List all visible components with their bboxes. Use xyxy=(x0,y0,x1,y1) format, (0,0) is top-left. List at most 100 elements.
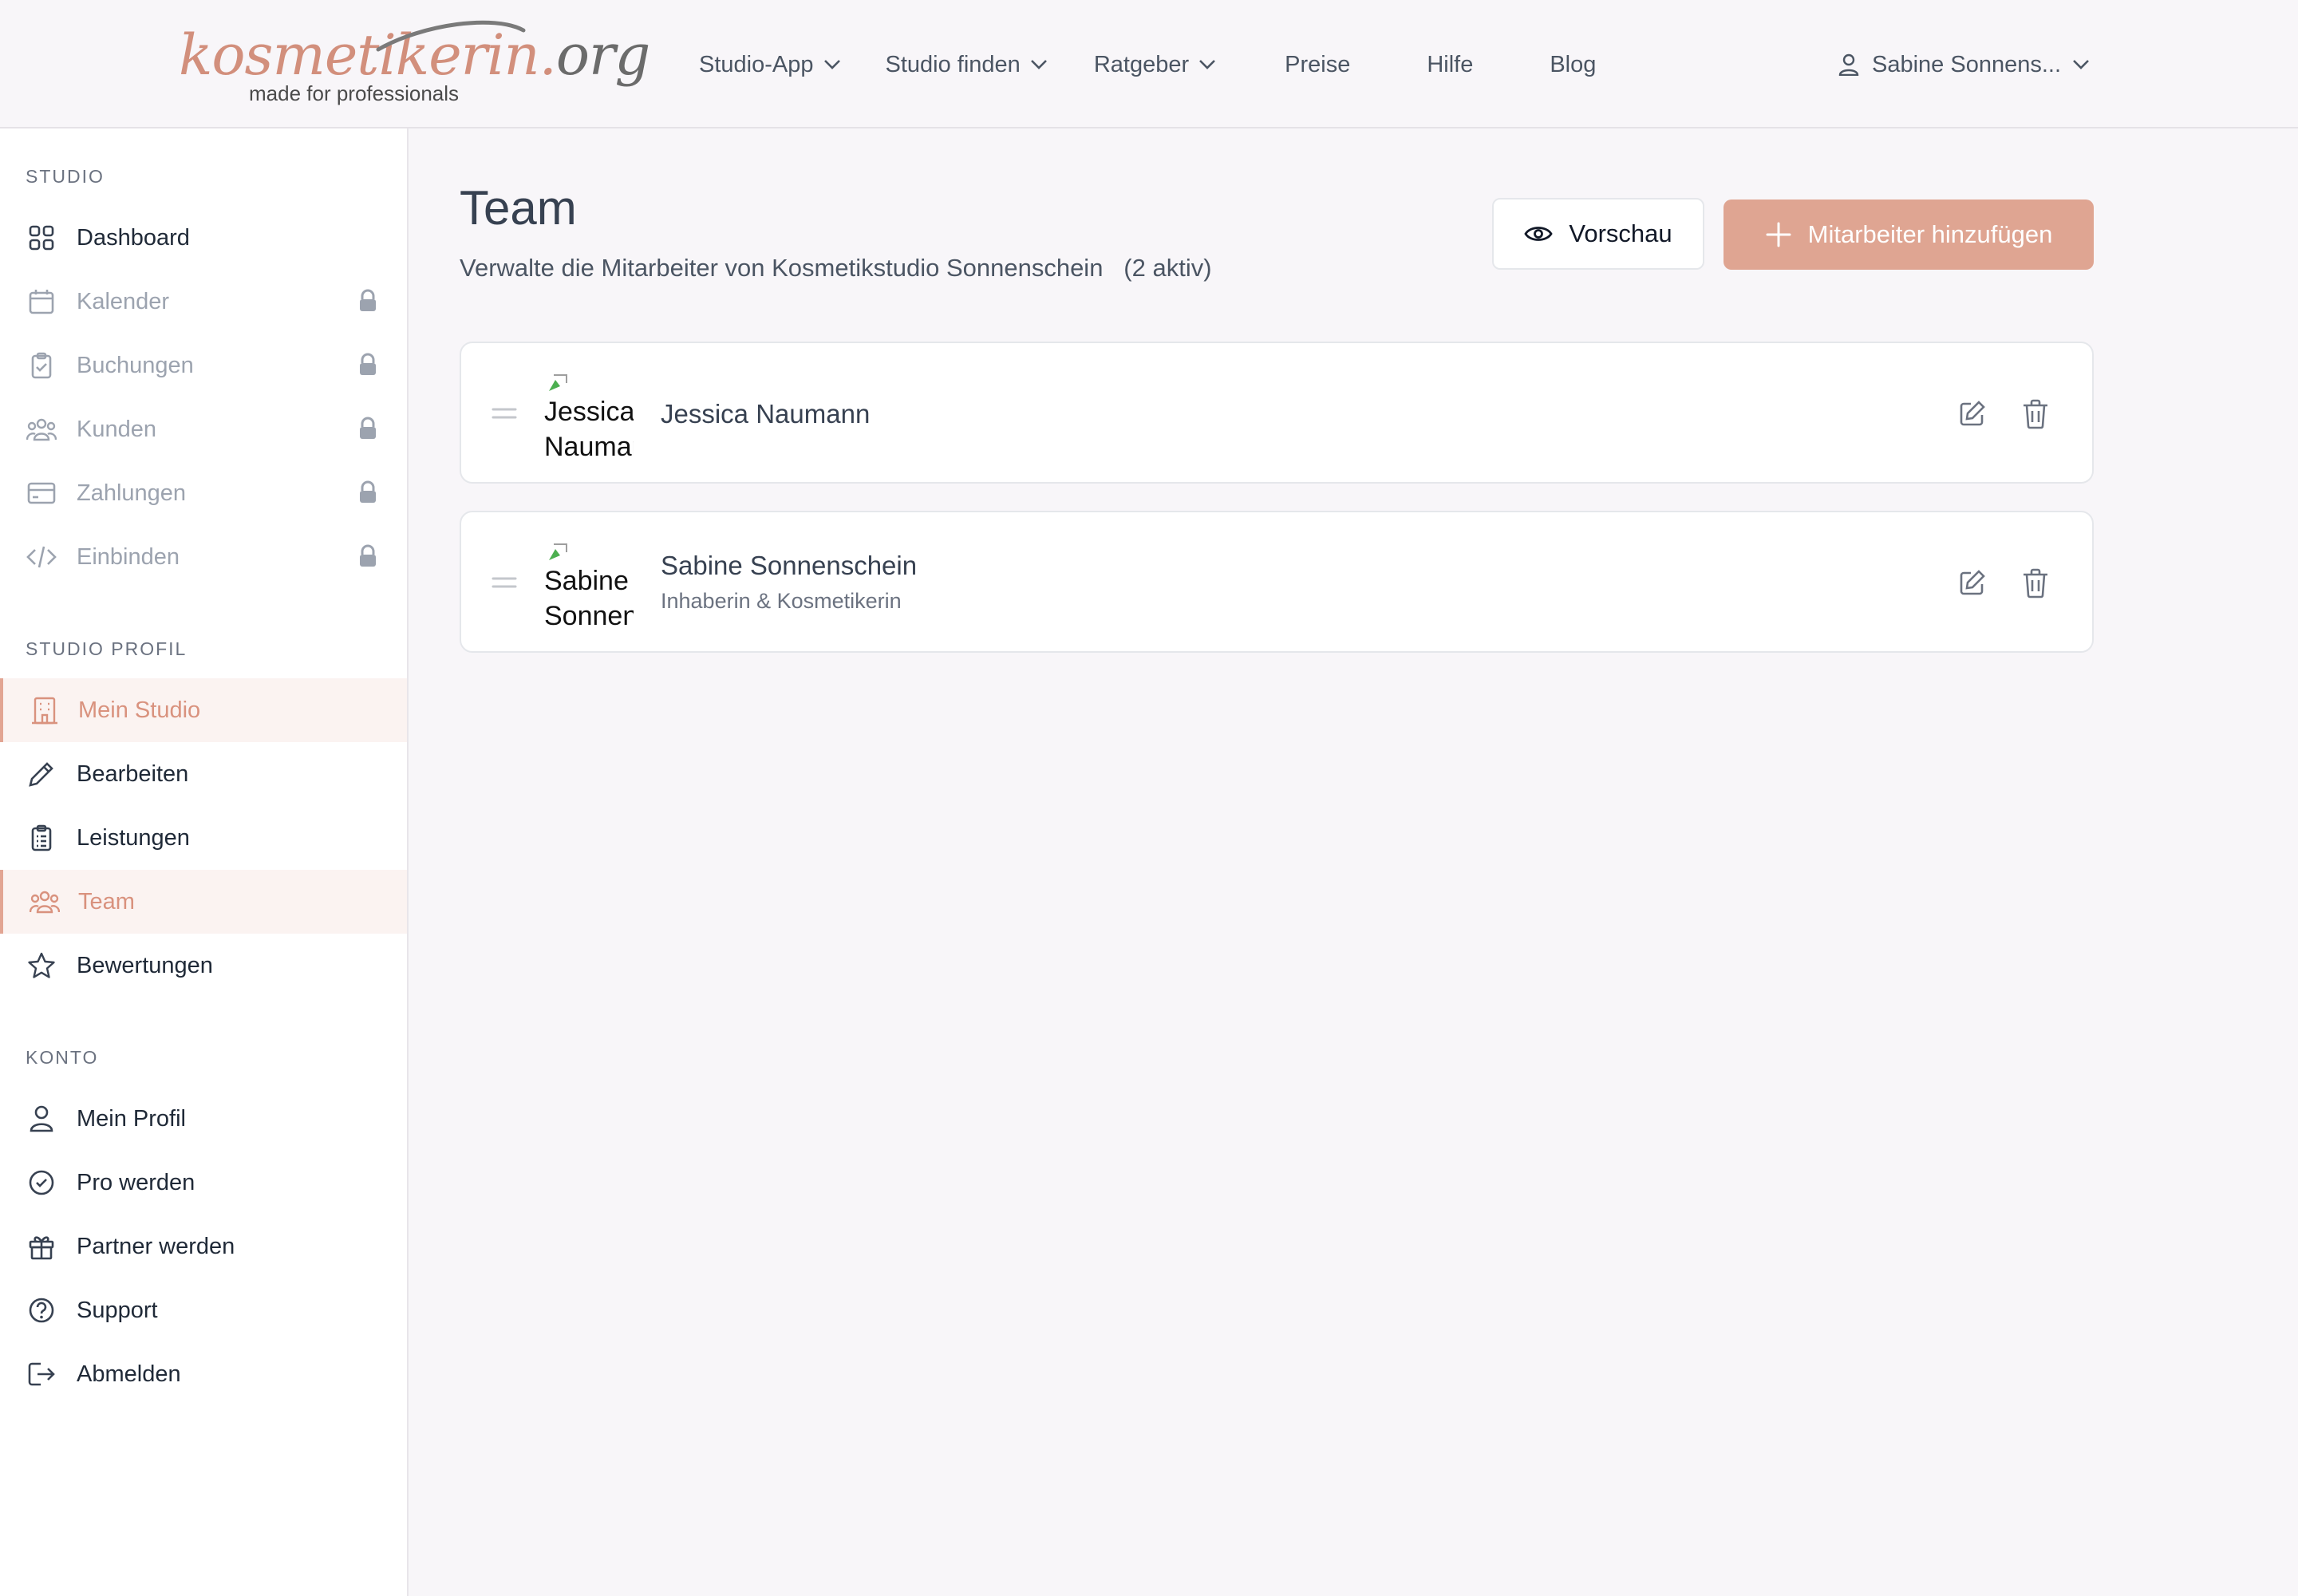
sidebar-item-mein-profil[interactable]: Mein Profil xyxy=(0,1087,407,1151)
sidebar-item-mein-studio[interactable]: Mein Studio xyxy=(0,678,407,742)
sidebar-item-einbinden[interactable]: Einbinden xyxy=(0,525,407,589)
sidebar-item-label: Zahlungen xyxy=(77,480,187,506)
avatar-alt-text: Jessica Naumann xyxy=(544,397,634,456)
sidebar-item-bearbeiten[interactable]: Bearbeiten xyxy=(0,742,407,806)
nav-hilfe[interactable]: Hilfe xyxy=(1427,45,1473,85)
sidebar-item-abmelden[interactable]: Abmelden xyxy=(0,1342,407,1406)
avatar: Jessica Naumann xyxy=(544,372,634,456)
active-count: (2 aktiv) xyxy=(1123,254,1212,282)
lock-icon xyxy=(360,480,376,503)
add-employee-button[interactable]: Mitarbeiter hinzufügen xyxy=(1724,200,2094,270)
brand-logo[interactable]: kosmetikerin.org made for professionals xyxy=(176,18,650,113)
credit-card-icon xyxy=(26,477,57,509)
avatar: Sabine Sonnenschein xyxy=(544,541,634,626)
chevron-down-icon xyxy=(1199,60,1216,69)
sidebar-item-label: Bearbeiten xyxy=(77,760,189,787)
sidebar-item-pro-werden[interactable]: Pro werden xyxy=(0,1151,407,1215)
lock-icon xyxy=(360,353,376,375)
preview-label: Vorschau xyxy=(1569,219,1672,247)
lock-icon xyxy=(360,417,376,439)
user-menu[interactable]: Sabine Sonnens... xyxy=(1838,45,2090,85)
sidebar-item-bewertungen[interactable]: Bewertungen xyxy=(0,934,407,998)
users-icon xyxy=(26,413,57,445)
pencil-icon xyxy=(26,758,57,790)
calendar-icon xyxy=(26,286,57,318)
sidebar-item-team[interactable]: Team xyxy=(0,870,407,934)
sidebar-item-label: Team xyxy=(78,888,135,915)
nav-studio-app[interactable]: Studio-App xyxy=(699,45,841,85)
nav-ratgeber[interactable]: Ratgeber xyxy=(1094,45,1216,85)
page-subtitle: Verwalte die Mitarbeiter von Kosmetikstu… xyxy=(460,254,1212,282)
nav-studio-finden[interactable]: Studio finden xyxy=(886,45,1048,85)
chevron-down-icon xyxy=(2073,60,2089,69)
sidebar-item-label: Einbinden xyxy=(77,543,180,570)
sidebar-item-label: Mein Profil xyxy=(77,1105,186,1132)
sidebar-item-support[interactable]: Support xyxy=(0,1278,407,1342)
sidebar-item-buchungen[interactable]: Buchungen xyxy=(0,334,407,397)
page-title: Team xyxy=(460,181,577,235)
member-role: Inhaberin & Kosmetikerin xyxy=(661,589,902,613)
preview-button[interactable]: Vorschau xyxy=(1492,198,1704,270)
code-icon xyxy=(26,541,57,573)
user-name: Sabine Sonnens... xyxy=(1872,51,2062,77)
chevron-down-icon xyxy=(823,60,840,69)
logo-tagline: made for professionals xyxy=(249,81,460,105)
building-icon xyxy=(29,694,61,726)
nav-blog[interactable]: Blog xyxy=(1550,45,1596,85)
subtitle-text: Verwalte die Mitarbeiter von Kosmetikstu… xyxy=(460,254,1104,282)
badge-check-icon xyxy=(26,1167,57,1199)
nav-label: Studio finden xyxy=(885,51,1021,77)
trash-icon[interactable] xyxy=(2022,399,2049,429)
edit-icon[interactable] xyxy=(1958,399,1987,428)
avatar-alt-text: Sabine Sonnenschein xyxy=(544,566,634,626)
sidebar-item-partner-werden[interactable]: Partner werden xyxy=(0,1215,407,1278)
sidebar-item-dashboard[interactable]: Dashboard xyxy=(0,206,407,270)
logo-swoosh-icon xyxy=(376,20,526,52)
nav-preise[interactable]: Preise xyxy=(1285,45,1350,85)
section-title-studio: STUDIO xyxy=(26,166,105,187)
eye-icon xyxy=(1524,227,1553,241)
clipboard-list-icon xyxy=(26,822,57,854)
sidebar-item-label: Buchungen xyxy=(77,352,194,378)
sidebar-item-label: Support xyxy=(77,1297,158,1323)
sidebar-item-label: Partner werden xyxy=(77,1233,235,1259)
sidebar-item-label: Kalender xyxy=(77,288,170,314)
team-member-card: Sabine Sonnenschein Sabine Sonnenschein … xyxy=(460,511,2094,653)
nav-label: Studio-App xyxy=(699,51,814,77)
sidebar-item-label: Bewertungen xyxy=(77,952,213,978)
section-title-studio-profil: STUDIO PROFIL xyxy=(26,638,188,659)
section-title-konto: KONTO xyxy=(26,1047,99,1068)
plus-icon xyxy=(1766,222,1791,247)
drag-handle-icon[interactable] xyxy=(492,405,517,421)
user-icon xyxy=(1838,53,1859,76)
member-name: Sabine Sonnenschein xyxy=(661,551,918,580)
broken-image-icon xyxy=(549,374,567,391)
top-header: kosmetikerin.org made for professionals … xyxy=(0,0,2298,128)
nav-label: Preise xyxy=(1285,51,1351,77)
star-icon xyxy=(26,950,57,982)
edit-icon[interactable] xyxy=(1958,568,1987,597)
drag-handle-icon[interactable] xyxy=(492,575,517,591)
question-circle-icon xyxy=(26,1294,57,1326)
sidebar-item-leistungen[interactable]: Leistungen xyxy=(0,806,407,870)
sidebar-item-kunden[interactable]: Kunden xyxy=(0,397,407,461)
sidebar-item-label: Leistungen xyxy=(77,824,190,851)
nav-label: Ratgeber xyxy=(1093,51,1190,77)
user-icon xyxy=(26,1103,57,1135)
nav-label: Hilfe xyxy=(1427,51,1474,77)
chevron-down-icon xyxy=(1030,60,1047,69)
sidebar-item-label: Pro werden xyxy=(77,1169,195,1195)
nav-label: Blog xyxy=(1550,51,1597,77)
sidebar-item-label: Abmelden xyxy=(77,1361,181,1387)
gift-icon xyxy=(26,1231,57,1262)
sidebar-item-zahlungen[interactable]: Zahlungen xyxy=(0,461,407,525)
grid-icon xyxy=(26,222,57,254)
lock-icon xyxy=(360,544,376,567)
sidebar: STUDIO Dashboard Kalender Buchungen Kund… xyxy=(0,128,409,1596)
users-icon xyxy=(29,886,61,918)
trash-icon[interactable] xyxy=(2022,568,2049,598)
team-member-card: Jessica Naumann Jessica Naumann xyxy=(460,342,2094,484)
sidebar-item-label: Mein Studio xyxy=(78,697,201,723)
member-name: Jessica Naumann xyxy=(661,399,871,429)
sidebar-item-kalender[interactable]: Kalender xyxy=(0,270,407,334)
